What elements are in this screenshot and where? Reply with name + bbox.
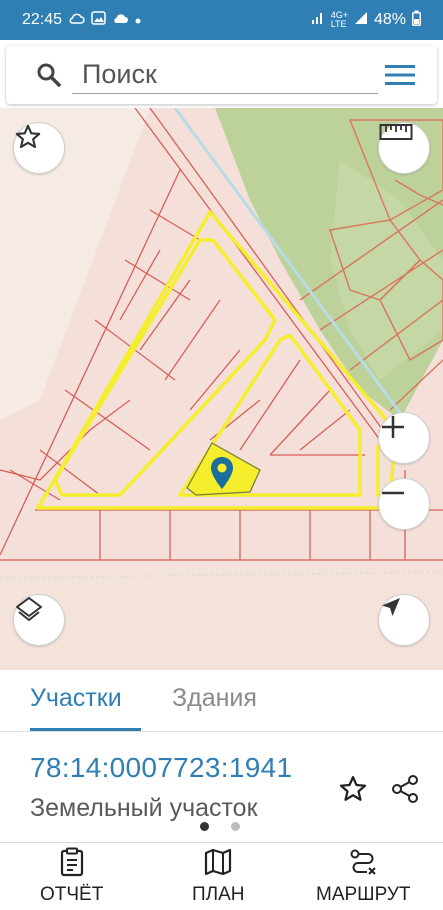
- menu-icon[interactable]: [385, 64, 415, 91]
- nav-route-label: МАРШРУТ: [316, 884, 411, 905]
- status-time: 22:45: [22, 11, 63, 28]
- parcel-type: Земельный участок: [30, 794, 258, 822]
- cadastral-number[interactable]: 78:14:0007723:1941: [30, 752, 292, 784]
- search-input[interactable]: [72, 56, 378, 94]
- favorite-map-button[interactable]: [13, 122, 65, 174]
- share-icon[interactable]: [390, 774, 420, 809]
- nav-plan[interactable]: ПЛАН: [192, 847, 245, 906]
- search-bar: [6, 46, 437, 104]
- wifi-signal-icon: [311, 11, 325, 30]
- notification-dot-icon: [135, 11, 141, 29]
- pager-dot[interactable]: [231, 822, 240, 831]
- my-location-button[interactable]: [378, 594, 430, 646]
- map-icon: [203, 847, 233, 882]
- tab-plots[interactable]: Участки: [30, 684, 122, 713]
- nav-report[interactable]: ОТЧЁТ: [40, 847, 103, 906]
- pager-dots: [200, 822, 240, 831]
- bottom-navigation: ОТЧЁТ ПЛАН МАРШРУТ: [0, 842, 443, 910]
- favorite-parcel-icon[interactable]: [338, 774, 368, 809]
- nav-route[interactable]: МАРШРУТ: [316, 847, 411, 906]
- layers-button[interactable]: [13, 594, 65, 646]
- search-icon[interactable]: [36, 62, 62, 93]
- nav-plan-label: ПЛАН: [192, 884, 245, 905]
- battery-level: 48%: [373, 11, 406, 28]
- ruler-button[interactable]: [378, 122, 430, 174]
- battery-icon: [412, 10, 421, 31]
- status-bar: 22:45 4G+ LTE 48%: [0, 0, 443, 40]
- object-type-tabs: Участки Здания: [0, 670, 443, 732]
- cloud-filled-icon: [112, 11, 129, 29]
- route-icon: [348, 847, 378, 882]
- map-view[interactable]: [0, 108, 443, 670]
- pager-dot-active[interactable]: [200, 822, 209, 831]
- cell-signal-icon: [354, 11, 368, 30]
- tab-buildings[interactable]: Здания: [172, 684, 257, 713]
- cloud-icon: [68, 11, 85, 29]
- network-type: 4G+ LTE: [330, 10, 348, 29]
- image-icon: [91, 10, 106, 30]
- zoom-out-button[interactable]: [378, 478, 430, 530]
- zoom-in-button[interactable]: [378, 412, 430, 464]
- nav-report-label: ОТЧЁТ: [40, 884, 104, 905]
- active-tab-indicator: [30, 728, 141, 731]
- cadastral-map: [0, 108, 443, 670]
- clipboard-icon: [58, 847, 86, 882]
